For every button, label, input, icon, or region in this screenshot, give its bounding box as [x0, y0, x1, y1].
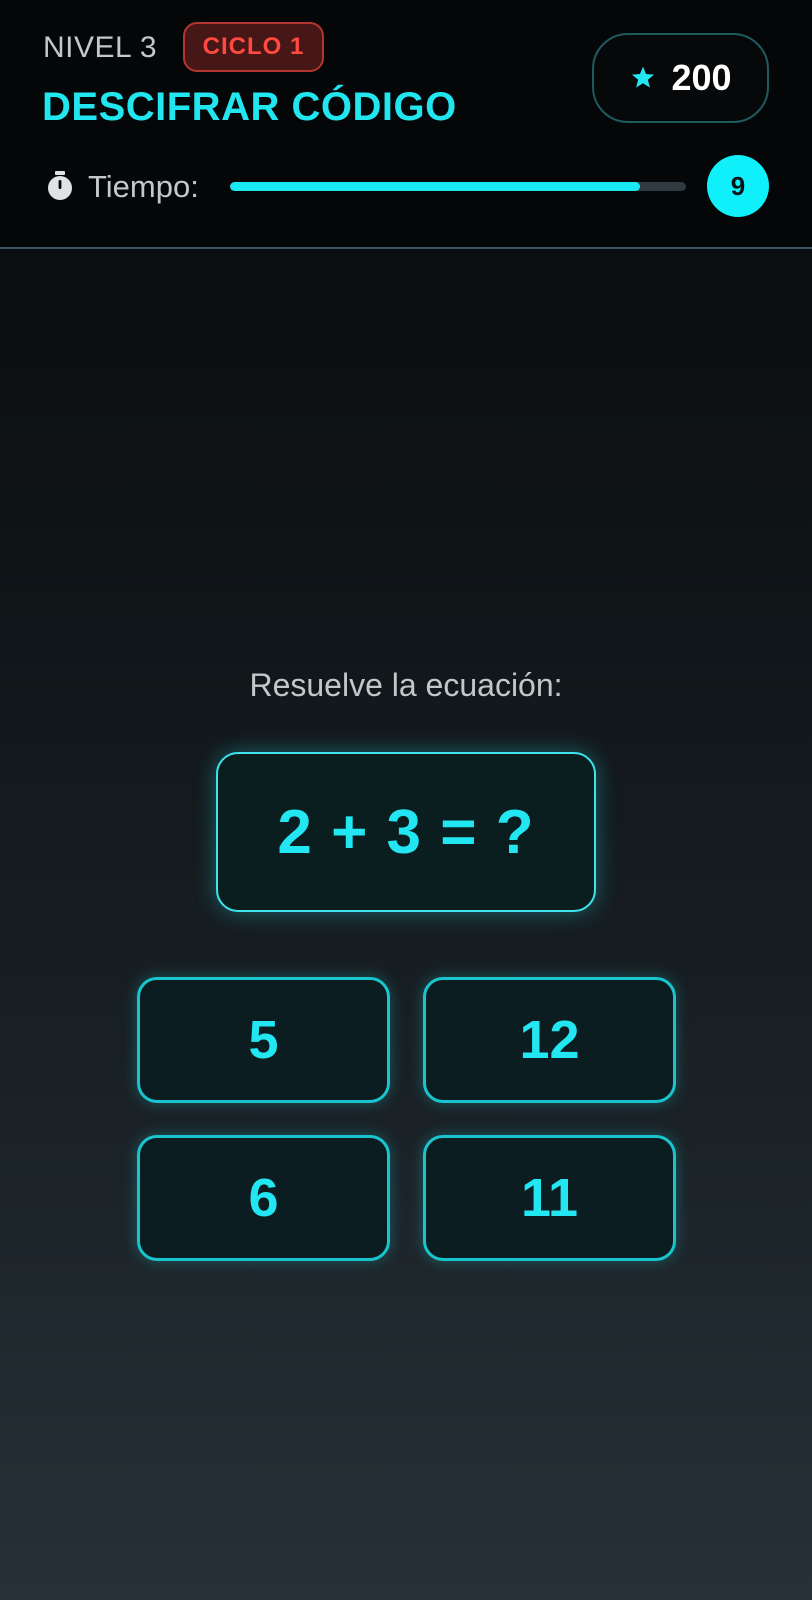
score-display: 200: [592, 33, 769, 123]
answer-option-label: 12: [519, 1010, 580, 1070]
stopwatch-icon: [48, 171, 72, 200]
answer-option-1[interactable]: 5: [137, 977, 390, 1103]
answer-option-3[interactable]: 6: [137, 1135, 390, 1261]
star-icon: [632, 66, 655, 88]
game-header: NIVEL 3 CICLO 1 DESCIFRAR CÓDIGO 200 Tie…: [0, 0, 812, 249]
cycle-badge: CICLO 1: [183, 22, 324, 72]
score-value: 200: [671, 57, 732, 98]
answer-option-label: 11: [520, 1168, 579, 1228]
answer-option-2[interactable]: 12: [423, 977, 676, 1103]
level-label: NIVEL 3: [43, 31, 158, 64]
timer-label: Tiempo:: [88, 169, 199, 204]
answer-option-4[interactable]: 11: [423, 1135, 676, 1261]
question-prompt: Resuelve la ecuación:: [249, 667, 563, 703]
time-progress-fill: [230, 182, 641, 191]
answer-option-label: 5: [248, 1010, 279, 1070]
game-title: DESCIFRAR CÓDIGO: [42, 85, 457, 129]
time-progress-bar: [230, 182, 686, 191]
time-remaining-counter: 9: [707, 155, 769, 217]
answer-option-label: 6: [248, 1168, 279, 1228]
equation-card: 2 + 3 = ?: [216, 752, 596, 912]
equation-text: 2 + 3 = ?: [277, 797, 535, 867]
